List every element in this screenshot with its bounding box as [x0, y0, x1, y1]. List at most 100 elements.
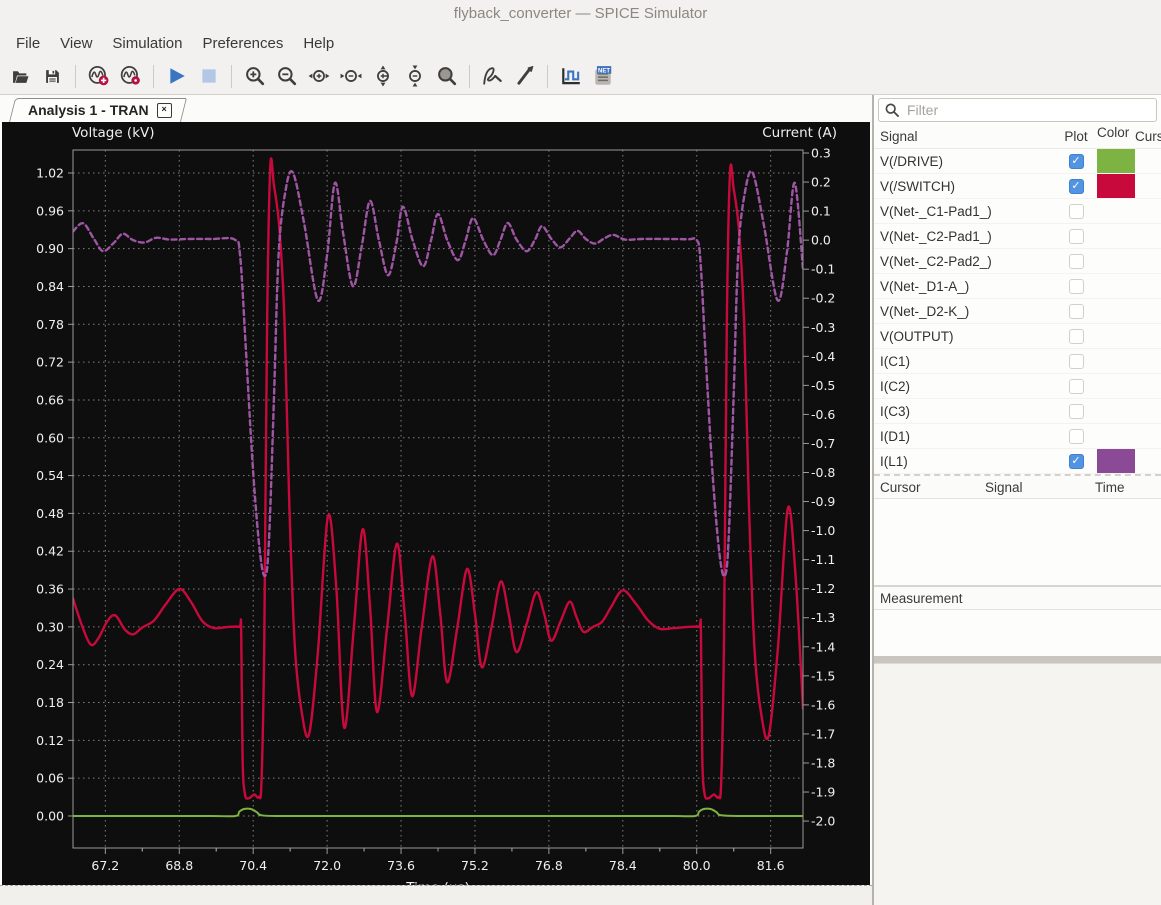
plot-checkbox[interactable]: ✓: [1068, 178, 1084, 194]
plot-checkbox[interactable]: [1068, 253, 1084, 269]
plot-checkbox[interactable]: [1068, 278, 1084, 294]
new-analysis-icon: [88, 66, 108, 86]
axis-tick-label: -1.8: [811, 755, 835, 770]
color-swatch[interactable]: [1097, 149, 1135, 173]
series-i-l1: [73, 170, 803, 578]
axis-tick-label: -2.0: [811, 814, 835, 829]
header-plot: Plot: [1064, 129, 1088, 144]
menu-simulation[interactable]: Simulation: [102, 31, 192, 56]
menu-file[interactable]: File: [6, 31, 50, 56]
run-simulation-button[interactable]: [162, 62, 191, 91]
tab-close-icon[interactable]: ×: [156, 102, 172, 118]
play-icon: [169, 68, 185, 84]
signal-row[interactable]: V(Net-_D2-K_): [874, 299, 1161, 324]
save-button[interactable]: [38, 62, 67, 91]
color-swatch[interactable]: [1097, 174, 1135, 198]
tune-button[interactable]: [510, 62, 539, 91]
zoom-out-button[interactable]: [272, 62, 301, 91]
axis-tick-label: -1.2: [811, 581, 835, 596]
zoom-vertical-in-icon: [376, 65, 389, 87]
zoom-horizontal-out-button[interactable]: [336, 62, 365, 91]
axis-tick-label: 0.42: [36, 544, 64, 559]
axis-tick-label: -0.8: [811, 465, 835, 480]
zoom-vertical-in-button[interactable]: [368, 62, 397, 91]
window-titlebar[interactable]: flyback_converter — SPICE Simulator: [0, 0, 1161, 28]
axis-tick-label: 0.78: [36, 317, 64, 332]
plot-checkbox[interactable]: [1068, 203, 1084, 219]
axis-tick-label: 0.48: [36, 506, 64, 521]
zoom-horizontal-in-icon: [308, 70, 329, 82]
signal-row[interactable]: V(/DRIVE) ✓: [874, 149, 1161, 174]
plot-checkbox[interactable]: [1068, 303, 1084, 319]
signal-row[interactable]: V(OUTPUT): [874, 324, 1161, 349]
axis-tick-label: -1.9: [811, 785, 835, 800]
signal-row[interactable]: V(Net-_C2-Pad2_): [874, 249, 1161, 274]
menu-view[interactable]: View: [50, 31, 102, 56]
plot-checkbox[interactable]: [1068, 403, 1084, 419]
signal-name: V(Net-_D1-A_): [880, 278, 970, 294]
axis-tick-label: 0.60: [36, 430, 64, 445]
add-plot-button[interactable]: [556, 62, 585, 91]
signal-name: V(OUTPUT): [880, 328, 954, 344]
signal-row[interactable]: V(Net-_C1-Pad1_): [874, 199, 1161, 224]
plot-checkbox[interactable]: [1068, 378, 1084, 394]
stop-simulation-button[interactable]: [194, 62, 223, 91]
zoom-vertical-out-button[interactable]: [400, 62, 429, 91]
plot-checkbox[interactable]: [1068, 353, 1084, 369]
signals-sidebar: Signal Plot Color Cursor V(/DRIVE)✓V(/SW…: [872, 95, 1161, 905]
tune-icon: [516, 66, 533, 85]
axis-tick-label: -1.3: [811, 610, 835, 625]
axis-tick-label: 0.2: [811, 175, 831, 190]
signal-row[interactable]: I(C3): [874, 399, 1161, 424]
signal-row[interactable]: I(C2): [874, 374, 1161, 399]
axis-tick-label: -0.6: [811, 407, 835, 422]
tab-analysis-1-tran[interactable]: Analysis 1 - TRAN ×: [12, 98, 184, 122]
probe-icon: [482, 67, 502, 85]
axis-tick-label: 68.8: [165, 858, 193, 873]
plot-checkbox[interactable]: ✓: [1068, 453, 1084, 469]
signal-row[interactable]: I(C1): [874, 349, 1161, 374]
axis-tick-label: -0.2: [811, 291, 835, 306]
signal-name: V(Net-_D2-K_): [880, 303, 970, 319]
toolbar-separator: [231, 64, 232, 88]
filter-input[interactable]: [905, 101, 1150, 119]
zoom-horizontal-in-button[interactable]: [304, 62, 333, 91]
waveform-plot[interactable]: 0.00 0.06 0.12 0.18 0.24 0.30 0.36 0.42 0.48 0.54…: [2, 122, 870, 885]
axis-tick-label: 0.18: [36, 695, 64, 710]
probe-button[interactable]: [478, 62, 507, 91]
signal-row[interactable]: I(D1): [874, 424, 1161, 449]
menu-bar: File View Simulation Preferences Help: [0, 28, 1161, 58]
waveform-plot-area[interactable]: 0.00 0.06 0.12 0.18 0.24 0.30 0.36 0.42 0.48 0.54…: [2, 122, 870, 885]
cursors-header-signal: Signal: [985, 479, 1023, 495]
color-swatch[interactable]: [1097, 449, 1135, 473]
zoom-to-fit-button[interactable]: [432, 62, 461, 91]
axis-tick-label: 0.72: [36, 355, 64, 370]
show-netlist-button[interactable]: NET: [588, 62, 617, 91]
signal-row[interactable]: V(Net-_C2-Pad1_): [874, 224, 1161, 249]
zoom-vertical-out-icon: [408, 65, 421, 87]
signal-row[interactable]: I(L1) ✓: [874, 449, 1161, 474]
y-left-axis-title: Voltage (kV): [72, 125, 155, 141]
axis-tick-label: -0.7: [811, 436, 835, 451]
signal-row[interactable]: V(/SWITCH) ✓: [874, 174, 1161, 199]
axis-tick-label: 72.0: [313, 858, 341, 873]
new-analysis-button[interactable]: [84, 62, 113, 91]
zoom-in-button[interactable]: [240, 62, 269, 91]
menu-help[interactable]: Help: [293, 31, 344, 56]
axis-tick-label: 0.24: [36, 657, 64, 672]
plot-checkbox[interactable]: [1068, 328, 1084, 344]
plot-checkbox[interactable]: [1068, 228, 1084, 244]
signal-row[interactable]: V(Net-_D1-A_): [874, 274, 1161, 299]
simulation-settings-button[interactable]: [116, 62, 145, 91]
signal-name: I(C3): [880, 403, 910, 419]
sim-settings-icon: [120, 66, 140, 85]
menu-preferences[interactable]: Preferences: [192, 31, 293, 56]
axis-tick-label: -0.4: [811, 349, 835, 364]
measurement-header: Measurement: [874, 587, 1161, 610]
signal-name: V(/DRIVE): [880, 153, 944, 169]
zoom-in-icon: [245, 67, 264, 86]
plot-checkbox[interactable]: ✓: [1068, 153, 1084, 169]
filter-box[interactable]: [878, 98, 1157, 122]
open-button[interactable]: [6, 62, 35, 91]
plot-checkbox[interactable]: [1068, 428, 1084, 444]
